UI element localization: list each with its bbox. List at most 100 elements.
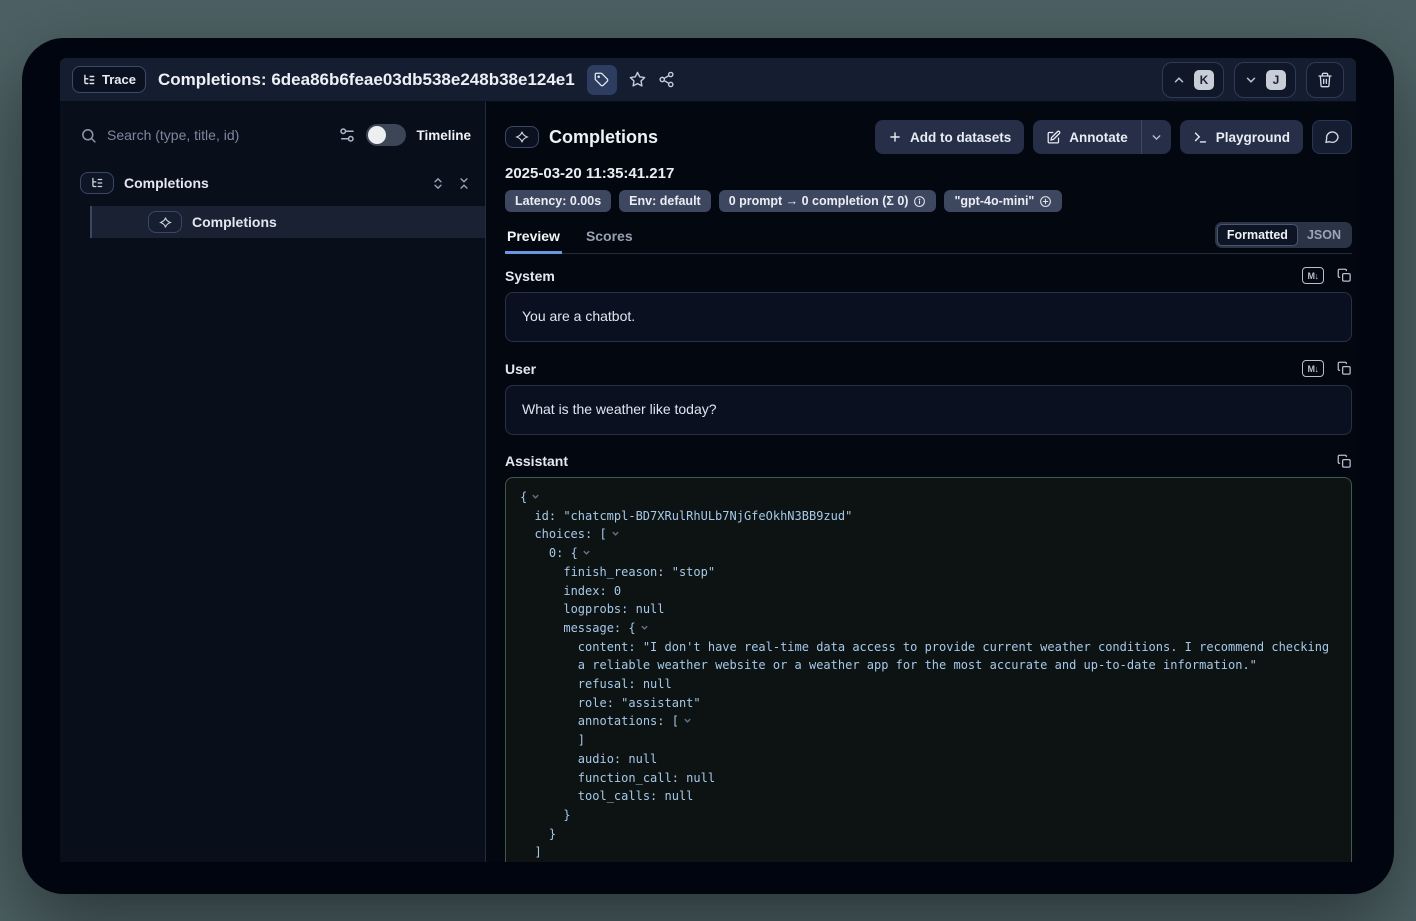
panel-actions: Add to datasets Annotate	[875, 120, 1352, 154]
badge[interactable]: Latency: 0.00s	[505, 190, 611, 212]
code-text: finish_reason: "stop"	[563, 565, 715, 579]
badge-label: "gpt-4o-mini"	[954, 194, 1034, 208]
star-button[interactable]	[629, 71, 646, 88]
search-row: Timeline	[80, 124, 485, 146]
markdown-toggle-icon[interactable]: M↓	[1302, 360, 1324, 377]
user-message-box: What is the weather like today?	[505, 385, 1352, 435]
nav-next-button[interactable]: J	[1234, 62, 1296, 98]
tree-item-completions-selected[interactable]: Completions	[90, 206, 485, 238]
search-icon	[80, 127, 97, 144]
add-to-datasets-button[interactable]: Add to datasets	[875, 120, 1024, 154]
badge[interactable]: Env: default	[619, 190, 711, 212]
code-line: function_call: null	[520, 769, 1337, 788]
delete-button[interactable]	[1306, 62, 1344, 98]
tree-root-label: Completions	[124, 175, 209, 191]
badge[interactable]: "gpt-4o-mini"	[944, 190, 1062, 212]
terminal-icon	[1193, 130, 1208, 145]
trace-tree-sidebar: Timeline Completions	[60, 102, 485, 862]
plus-circle-icon	[1039, 195, 1052, 208]
code-text: annotations: [	[578, 714, 679, 728]
code-text: audio: null	[578, 752, 657, 766]
code-text: }	[563, 808, 570, 822]
code-text: }	[549, 827, 556, 841]
search-input[interactable]	[107, 127, 328, 143]
system-message-text: You are a chatbot.	[522, 308, 635, 324]
plus-icon	[888, 130, 902, 144]
add-to-datasets-label: Add to datasets	[910, 130, 1011, 145]
code-line: role: "assistant"	[520, 694, 1337, 713]
code-text: message: {	[563, 621, 635, 635]
annotate-button[interactable]: Annotate	[1033, 120, 1141, 154]
tree-child-label: Completions	[192, 214, 277, 230]
copy-icon[interactable]	[1337, 268, 1352, 283]
keycap-j: J	[1266, 70, 1286, 90]
copy-icon[interactable]	[1337, 454, 1352, 469]
panel-title: Completions	[549, 127, 658, 148]
playground-button[interactable]: Playground	[1180, 120, 1303, 154]
code-text: tool_calls: null	[578, 789, 694, 803]
comments-button[interactable]	[1312, 120, 1352, 154]
assistant-output-box: {id: "chatcmpl-BD7XRulRhULb7NjGfeOkhN3BB…	[505, 477, 1352, 862]
share-button[interactable]	[658, 71, 675, 88]
info-icon	[913, 195, 926, 208]
tab-scores[interactable]: Scores	[584, 224, 635, 253]
tree-root-item[interactable]: Completions	[80, 172, 485, 194]
collapse-caret-icon[interactable]	[611, 525, 620, 544]
code-text: ]	[578, 733, 585, 747]
code-line: refusal: null	[520, 675, 1337, 694]
collapse-caret-icon[interactable]	[683, 712, 692, 731]
nav-previous-button[interactable]: K	[1162, 62, 1224, 98]
code-text: role: "assistant"	[578, 696, 701, 710]
trace-badge-label: Trace	[102, 72, 136, 87]
top-bar: Trace Completions: 6dea86b6feae03db538e2…	[60, 58, 1356, 102]
format-toggle-json[interactable]: JSON	[1298, 224, 1350, 246]
user-label: User	[505, 361, 536, 377]
badge-label: Latency: 0.00s	[515, 194, 601, 208]
collapse-caret-icon[interactable]	[582, 544, 591, 563]
code-text: 0: {	[549, 546, 578, 560]
share-icon	[658, 71, 675, 88]
copy-icon[interactable]	[1337, 361, 1352, 376]
tag-button[interactable]	[587, 65, 617, 95]
trace-detail-window: Trace Completions: 6dea86b6feae03db538e2…	[22, 38, 1394, 894]
timeline-toggle[interactable]	[366, 124, 406, 146]
code-text: a reliable weather website or a weather …	[578, 658, 1257, 672]
tab-preview[interactable]: Preview	[505, 224, 562, 253]
annotate-label: Annotate	[1069, 130, 1128, 145]
observation-timestamp: 2025-03-20 11:35:41.217	[505, 165, 1352, 182]
collapse-caret-icon[interactable]	[640, 619, 649, 638]
code-line: tool_calls: null	[520, 787, 1337, 806]
list-tree-icon	[82, 73, 96, 87]
format-toggle-formatted[interactable]: Formatted	[1217, 224, 1298, 246]
badge[interactable]: 0 prompt → 0 completion (Σ 0)	[719, 190, 937, 212]
system-label: System	[505, 268, 555, 284]
code-line: {	[520, 488, 1337, 507]
annotate-split-button: Annotate	[1033, 120, 1171, 154]
code-text: index: 0	[563, 584, 621, 598]
keycap-k: K	[1194, 70, 1214, 90]
code-line: index: 0	[520, 582, 1337, 601]
collapse-all-button[interactable]	[457, 176, 471, 191]
markdown-toggle-icon[interactable]: M↓	[1302, 267, 1324, 284]
generation-sparkle-pill	[505, 126, 539, 148]
code-text: logprobs: null	[563, 602, 664, 616]
code-line: ]	[520, 843, 1337, 862]
system-section-header: System M↓	[505, 267, 1352, 284]
code-text: ]	[534, 845, 541, 859]
code-line: a reliable weather website or a weather …	[520, 656, 1337, 675]
code-text: refusal: null	[578, 677, 672, 691]
user-section-header: User M↓	[505, 360, 1352, 377]
collapse-caret-icon[interactable]	[531, 488, 540, 507]
topbar-actions: K J	[1162, 62, 1344, 98]
expand-all-button[interactable]	[431, 176, 445, 191]
trace-type-badge: Trace	[72, 66, 146, 93]
star-icon	[629, 71, 646, 88]
app-root: Trace Completions: 6dea86b6feae03db538e2…	[60, 58, 1356, 862]
tabs-row: Preview Scores Formatted JSON	[505, 222, 1352, 254]
code-line: content: "I don't have real-time data ac…	[520, 638, 1337, 657]
assistant-json: {id: "chatcmpl-BD7XRulRhULb7NjGfeOkhN3BB…	[506, 478, 1351, 862]
badge-label: 0 prompt → 0 completion (Σ 0)	[729, 194, 909, 208]
code-text: function_call: null	[578, 771, 715, 785]
filter-settings-button[interactable]	[338, 126, 356, 144]
annotate-dropdown-button[interactable]	[1141, 120, 1171, 154]
